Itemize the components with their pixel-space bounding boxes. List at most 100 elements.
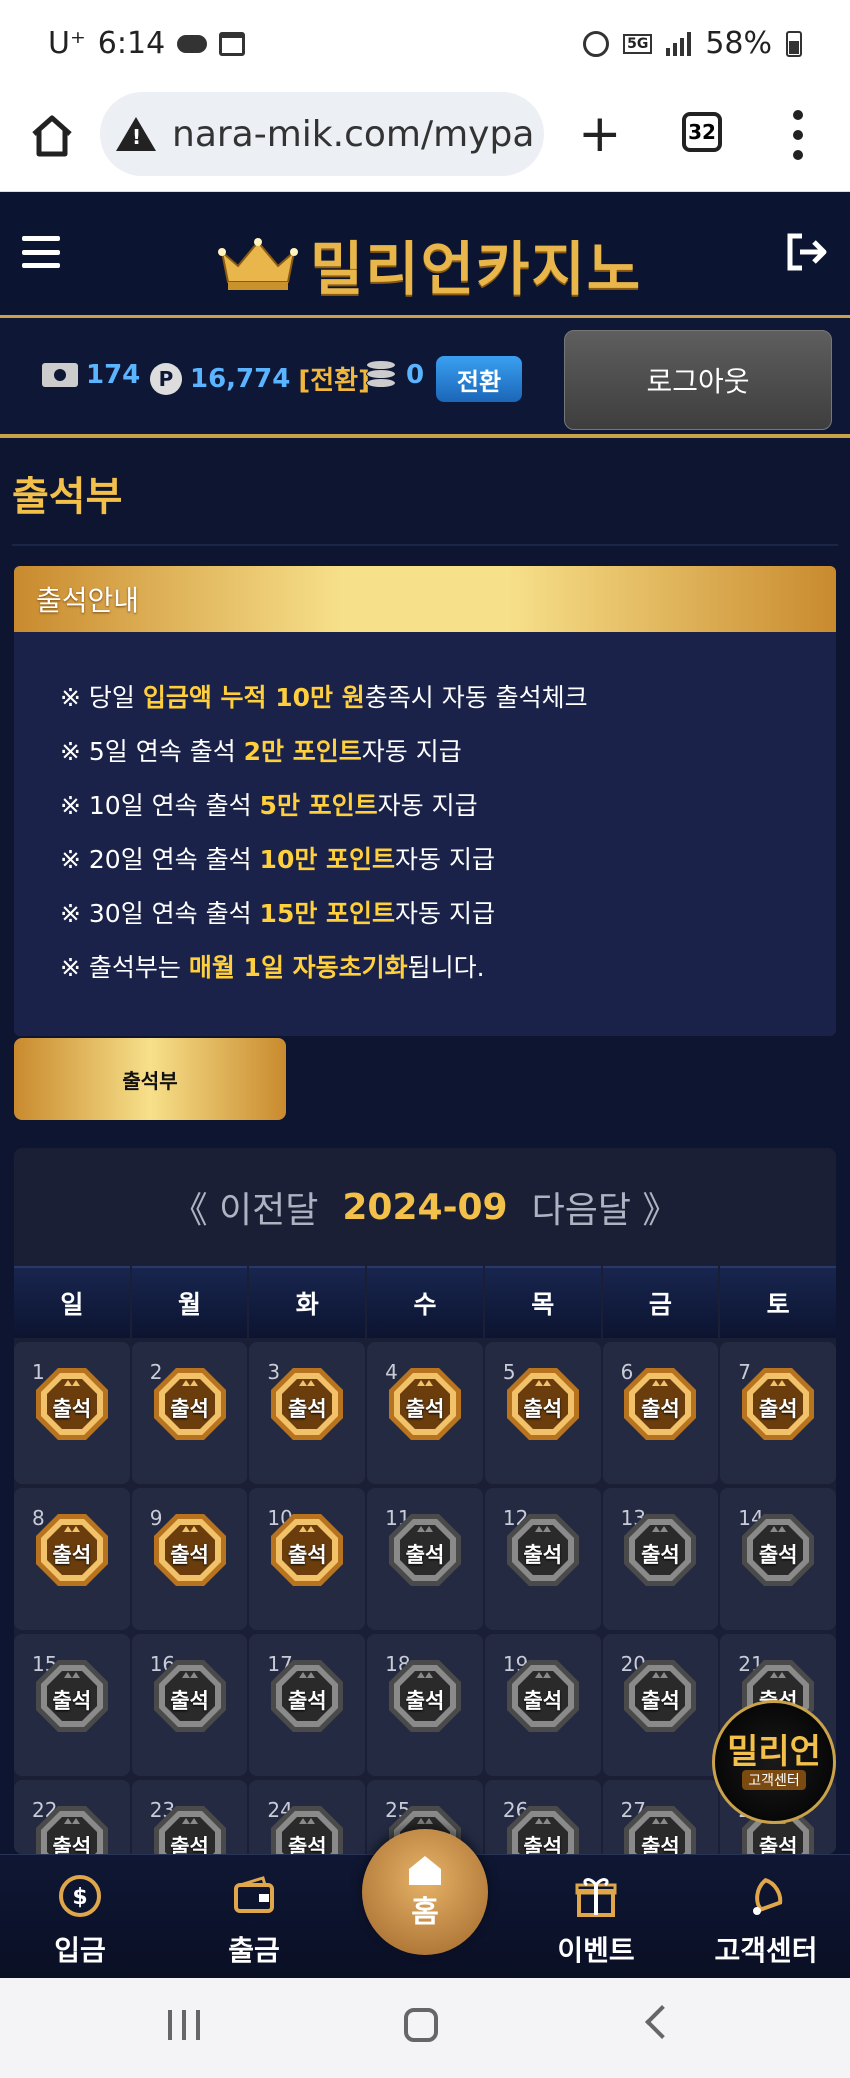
badge-label: 출석: [641, 1689, 680, 1713]
badge-label: 출석: [287, 1543, 327, 1567]
back-icon[interactable]: [645, 2005, 679, 2039]
attended-badge-icon: 출석: [505, 1366, 581, 1442]
calendar-day: 18 출석: [367, 1634, 483, 1776]
attended-badge-icon: 출석: [152, 1512, 228, 1588]
badge-label: 출석: [170, 1689, 209, 1713]
nav-support-label: 고객센터: [714, 1934, 818, 1967]
nav-event[interactable]: 이벤트: [526, 1873, 666, 1969]
logout-button[interactable]: 로그아웃: [564, 330, 832, 430]
status-right: 5G 58%: [583, 26, 802, 61]
nav-support[interactable]: 고객센터: [696, 1873, 836, 1969]
carrier: U⁺: [48, 26, 86, 61]
points-convert-link[interactable]: [전환]: [298, 360, 370, 397]
browser-home-icon[interactable]: [28, 112, 76, 160]
attended-badge-icon: 출석: [34, 1512, 110, 1588]
badge-label: 출석: [52, 1543, 92, 1567]
calendar-day: 11 출석: [367, 1488, 483, 1630]
attended-badge-icon: 출석: [269, 1366, 345, 1442]
calendar-day: 22 출석: [14, 1780, 130, 1854]
brand-name: 밀리언카지노: [310, 235, 643, 303]
info-text: ※ 20일 연속 출석: [60, 845, 260, 874]
nav-home[interactable]: 홈: [362, 1829, 488, 1955]
new-tab-button[interactable]: +: [578, 108, 622, 160]
calendar-icon: [219, 31, 246, 56]
info-line: ※ 출석부는 매월 1일 자동초기화됩니다.: [60, 948, 836, 1002]
calendar-day: 4 출석: [367, 1342, 483, 1484]
weekday-header: 토: [720, 1266, 836, 1338]
points-balance: P 16,774 [전환]: [150, 360, 370, 397]
badge-label: 출석: [287, 1689, 327, 1713]
coins-icon: [366, 360, 398, 390]
badge-label: 출석: [52, 1397, 92, 1421]
site-header: 밀리언카지노: [0, 192, 850, 318]
calendar-day: 9 출석: [131, 1488, 248, 1630]
brand-logo[interactable]: 밀리언카지노: [216, 222, 642, 306]
unattended-badge-icon: 출석: [152, 1658, 228, 1734]
prev-month-link[interactable]: 《 이전달: [172, 1181, 319, 1233]
info-text: 충족시 자동 출석체크: [364, 683, 588, 712]
badge-label: 출석: [405, 1397, 445, 1421]
balance-bar: 174 P 16,774 [전환] 0 전환 로그아웃: [0, 318, 850, 438]
cash-balance: 174: [42, 360, 140, 390]
badge-label: 출석: [52, 1689, 92, 1713]
calendar-day: 15 출석: [14, 1634, 130, 1776]
calendar-day: 6 출석: [602, 1342, 719, 1484]
info-line: ※ 당일 입금액 누적 10만 원충족시 자동 출석체크: [60, 678, 836, 732]
android-home-icon[interactable]: [404, 2008, 438, 2042]
unattended-badge-icon: 출석: [505, 1658, 581, 1734]
nav-withdraw[interactable]: 출금: [184, 1873, 324, 1969]
wallet-icon: [234, 1876, 274, 1913]
calendar-day: 17 출석: [249, 1634, 366, 1776]
unattended-badge-icon: 출석: [34, 1658, 110, 1734]
info-text: 자동 지급: [395, 899, 495, 928]
attendance-button[interactable]: 출석부: [14, 1038, 286, 1120]
badge-label: 출석: [523, 1397, 563, 1421]
home-icon: [409, 1856, 441, 1885]
hamburger-menu-icon[interactable]: [22, 236, 60, 268]
unattended-badge-icon: 출석: [505, 1512, 581, 1588]
coin-balance: 0: [366, 360, 424, 390]
customer-center-float-button[interactable]: 밀리언 고객센터: [712, 1700, 836, 1824]
badge-label: 출석: [170, 1397, 209, 1421]
logout-icon[interactable]: [784, 232, 828, 272]
badge-label: 출석: [405, 1689, 445, 1713]
unattended-badge-icon: 출석: [740, 1512, 816, 1588]
attended-badge-icon: 출석: [740, 1366, 816, 1442]
calendar-day: 12 출석: [484, 1488, 601, 1630]
info-text: 됩니다.: [407, 953, 485, 982]
attended-badge-icon: 출석: [387, 1366, 463, 1442]
bottom-nav: $ 입금 출금 홈 이벤트 고객센터: [0, 1829, 850, 1978]
attended-badge-icon: 출석: [152, 1366, 228, 1442]
badge-label: 출석: [641, 1397, 680, 1421]
address-bar[interactable]: nara-mik.com/mypag: [100, 92, 544, 176]
android-nav-bar: [0, 1978, 850, 2078]
weekday-header: 일: [14, 1266, 130, 1338]
cash-value: 174: [86, 360, 141, 390]
bell-icon: [753, 1877, 783, 1915]
calendar-day: 2 출석: [131, 1342, 248, 1484]
warning-icon: [116, 117, 156, 151]
weekday-header: 화: [249, 1266, 366, 1338]
tab-count-button[interactable]: 32: [682, 112, 722, 152]
weekday-header: 금: [602, 1266, 719, 1338]
convert-button[interactable]: 전환: [436, 356, 522, 402]
calendar-nav: 《 이전달 2024-09 다음달 》: [14, 1148, 836, 1266]
info-highlight: 입금액 누적 10만 원: [142, 683, 365, 712]
status-bar: U⁺ 6:14 5G 58%: [0, 0, 850, 90]
unattended-badge-icon: 출석: [269, 1804, 345, 1854]
calendar-day: 14 출석: [720, 1488, 836, 1630]
info-line: ※ 20일 연속 출석 10만 포인트자동 지급: [60, 840, 836, 894]
next-month-link[interactable]: 다음달 》: [532, 1181, 679, 1233]
more-menu-icon[interactable]: [790, 110, 806, 160]
unattended-badge-icon: 출석: [269, 1658, 345, 1734]
gift-icon: [575, 1878, 617, 1917]
nav-deposit[interactable]: $ 입금: [10, 1873, 150, 1969]
unattended-badge-icon: 출석: [622, 1658, 698, 1734]
divider: [12, 544, 838, 546]
calendar-day: 7 출석: [720, 1342, 836, 1484]
recent-apps-icon[interactable]: [168, 2010, 200, 2040]
badge-label: 출석: [52, 1835, 92, 1854]
info-text: ※ 30일 연속 출석: [60, 899, 260, 928]
info-highlight: 매월 1일 자동초기화: [188, 953, 408, 982]
badge-label: 출석: [758, 1397, 798, 1421]
